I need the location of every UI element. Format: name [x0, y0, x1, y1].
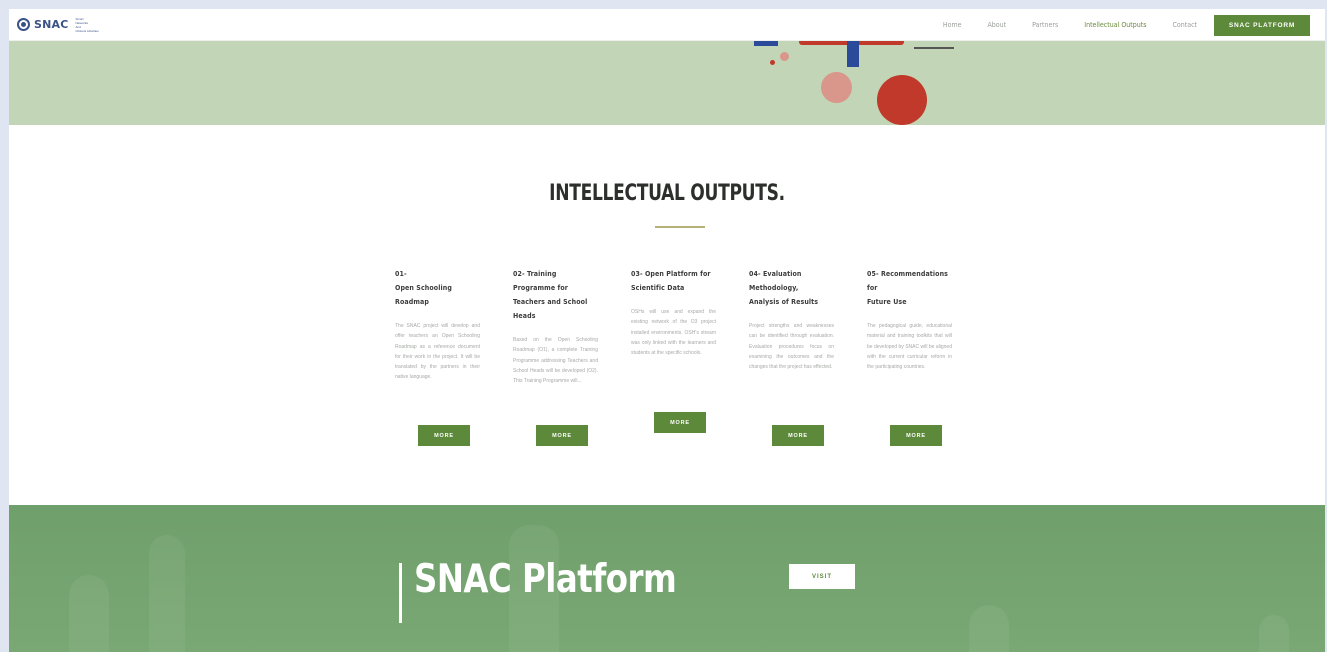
pink-circle-shape: [821, 72, 852, 103]
output-card: 05- Recommendations for Future Use The p…: [867, 267, 952, 372]
output-description: Project strengths and weaknesses can be …: [749, 323, 834, 371]
red-circle-shape: [877, 75, 927, 125]
output-card: 01- Open Schooling Roadmap The SNAC proj…: [395, 267, 480, 383]
output-description: OSHs will use and expand the existing ne…: [631, 309, 716, 357]
snac-platform-button[interactable]: SNAC PLATFORM: [1214, 15, 1310, 36]
title-divider: [655, 226, 705, 228]
output-heading: 04- Evaluation Methodology, Analysis of …: [749, 267, 834, 309]
output-heading-line: Analysis of Results: [749, 298, 819, 306]
output-heading-line: Scientific Data: [631, 284, 685, 292]
output-description: The pedagogical guide, educational mater…: [867, 323, 952, 371]
output-description: The SNAC project will develop and offer …: [395, 323, 480, 381]
page-frame: SNAC Smart Networks And Citizens Activit…: [9, 9, 1325, 652]
visit-button[interactable]: VISIT: [789, 564, 855, 589]
title-accent-bar: [399, 563, 402, 623]
output-card: 03- Open Platform for Scientific Data OS…: [631, 267, 716, 358]
output-heading: 01- Open Schooling Roadmap: [395, 267, 480, 309]
blue-block-shape: [754, 41, 778, 46]
output-description: Based on the Open Schooling Roadmap (O1)…: [513, 337, 598, 385]
output-card: 02- Training Programme for Teachers and …: [513, 267, 598, 386]
output-heading-line: 02- Training Programme for: [513, 270, 568, 292]
output-heading-line: 05- Recommendations for: [867, 270, 949, 292]
hero-banner: [9, 41, 1325, 125]
output-heading-line: 04- Evaluation Methodology,: [749, 270, 802, 292]
platform-title: SNAC Platform: [414, 557, 677, 603]
main-nav: Home About Partners Intellectual Outputs…: [943, 9, 1197, 41]
output-heading-line: Teachers and School Heads: [513, 298, 588, 320]
output-card: 04- Evaluation Methodology, Analysis of …: [749, 267, 834, 372]
more-button[interactable]: MORE: [536, 425, 588, 446]
output-heading: 05- Recommendations for Future Use: [867, 267, 952, 309]
platform-banner: SNAC Platform VISIT: [9, 505, 1325, 652]
background-figure-shape: [149, 535, 185, 652]
small-pink-dot: [780, 52, 789, 61]
nav-intellectual-outputs[interactable]: Intellectual Outputs: [1084, 21, 1146, 29]
blue-bar-shape: [847, 41, 859, 67]
more-button[interactable]: MORE: [418, 425, 470, 446]
logo-tagline: Smart Networks And Citizens Activities: [76, 17, 99, 33]
output-heading-line: Future Use: [867, 298, 907, 306]
output-heading: 02- Training Programme for Teachers and …: [513, 267, 598, 323]
output-heading-line: 03- Open Platform for: [631, 270, 711, 278]
nav-about[interactable]: About: [987, 21, 1006, 29]
section-title: INTELLECTUAL OUTPUTS.: [549, 180, 785, 206]
logo-tagline-line: Citizens Activities: [75, 28, 99, 33]
more-button[interactable]: MORE: [772, 425, 824, 446]
output-heading-line: Open Schooling Roadmap: [395, 284, 452, 306]
tiny-red-dot: [770, 60, 775, 65]
logo-text: SNAC: [34, 18, 69, 31]
more-button[interactable]: MORE: [654, 412, 706, 433]
line-shape: [914, 47, 954, 49]
nav-contact[interactable]: Contact: [1173, 21, 1198, 29]
site-header: SNAC Smart Networks And Citizens Activit…: [9, 9, 1325, 41]
site-logo[interactable]: SNAC Smart Networks And Citizens Activit…: [17, 17, 99, 33]
background-figure-shape: [1259, 615, 1289, 652]
more-button[interactable]: MORE: [890, 425, 942, 446]
nav-partners[interactable]: Partners: [1032, 21, 1058, 29]
output-heading-line: 01-: [395, 270, 407, 278]
background-figure-shape: [69, 575, 109, 652]
output-heading: 03- Open Platform for Scientific Data: [631, 267, 716, 295]
background-figure-shape: [969, 605, 1009, 652]
nav-home[interactable]: Home: [943, 21, 962, 29]
logo-pin-icon: [17, 18, 30, 31]
